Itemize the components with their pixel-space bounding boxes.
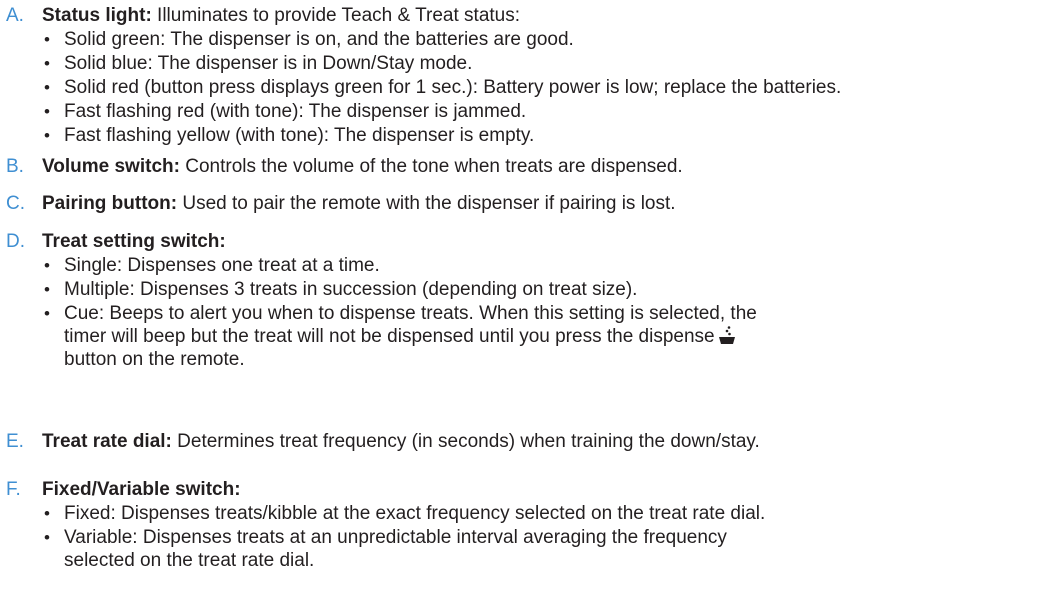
bullet-list: • Solid green: The dispenser is on, and t… [42,28,1052,148]
list-item: • Cue: Beeps to alert you when to dispens… [42,302,1052,371]
item-letter: C. [6,193,25,214]
list-item-text: Single: Dispenses one treat at a time. [64,255,380,276]
list-item-text: Solid green: The dispenser is on, and th… [64,29,574,50]
list-item-text: Cue: Beeps to alert you when to dispense… [64,303,757,324]
item-description: Illuminates to provide Teach & Treat sta… [151,5,521,26]
bullet-icon: • [44,304,50,323]
item-heading: Treat setting switch: [42,230,226,254]
bullet-icon: • [44,54,50,73]
item-letter: B. [6,156,24,177]
item-heading: Status light: Illuminates to provide Tea… [42,4,520,28]
bullet-list: • Fixed: Dispenses treats/kibble at the e… [42,502,1052,572]
bullet-icon: • [44,528,50,547]
bullet-list: • Single: Dispenses one treat at a time. … [42,254,1052,371]
list-item: • Fast flashing yellow (with tone): The d… [42,124,1052,148]
item-description: Determines treat frequency (in seconds) … [171,431,760,452]
bullet-icon: • [44,126,50,145]
item-title: Treat rate dial: [42,431,172,452]
list-item-text: Solid red (button press displays green f… [64,77,842,98]
item-title: Fixed/Variable switch: [42,479,241,500]
bullet-icon: • [44,504,50,523]
list-item: • Solid blue: The dispenser is in Down/St… [42,52,1052,76]
list-item-text: timer will beep but the treat will not b… [64,326,715,347]
list-item-text: Fast flashing yellow (with tone): The di… [64,125,535,146]
list-item-text: Solid blue: The dispenser is in Down/Sta… [64,53,473,74]
list-item: • Solid red (button press displays green … [42,76,1052,100]
list-item-text: Fixed: Dispenses treats/kibble at the ex… [64,503,766,524]
list-item: • Fixed: Dispenses treats/kibble at the e… [42,502,1052,526]
list-item: • Fast flashing red (with tone): The disp… [42,100,1052,124]
bullet-icon: • [44,30,50,49]
item-letter: F. [6,479,21,500]
item-heading: Treat rate dial: Determines treat freque… [42,430,760,454]
item-letter: E. [6,431,24,452]
list-item: • Single: Dispenses one treat at a time. [42,254,1052,278]
bullet-icon: • [44,78,50,97]
bullet-icon: • [44,102,50,121]
list-item: • Variable: Dispenses treats at an unpred… [42,526,1052,572]
list-item: • Multiple: Dispenses 3 treats in success… [42,278,1052,302]
bullet-icon: • [44,280,50,299]
item-title: Treat setting switch: [42,231,226,252]
item-letter: A. [6,5,24,26]
list-item: • Solid green: The dispenser is on, and t… [42,28,1052,52]
list-item-text: button on the remote. [64,349,245,370]
list-item-text: Variable: Dispenses treats at an unpredi… [64,527,727,548]
list-item-text: Fast flashing red (with tone): The dispe… [64,101,527,122]
instructions-document: A. Status light: Illuminates to provide … [0,0,1056,614]
item-title: Status light: [42,5,152,26]
item-heading: Fixed/Variable switch: [42,478,241,502]
item-description: Controls the volume of the tone when tre… [179,156,683,177]
bullet-icon: • [44,256,50,275]
item-heading: Pairing button: Used to pair the remote … [42,192,676,216]
list-item-text: selected on the treat rate dial. [64,550,315,571]
item-description: Used to pair the remote with the dispens… [177,193,676,214]
item-title: Volume switch: [42,156,180,177]
item-title: Pairing button: [42,193,178,214]
item-heading: Volume switch: Controls the volume of th… [42,155,683,179]
item-letter: D. [6,231,25,252]
dispense-bowl-icon [717,325,737,345]
list-item-text: Multiple: Dispenses 3 treats in successi… [64,279,638,300]
